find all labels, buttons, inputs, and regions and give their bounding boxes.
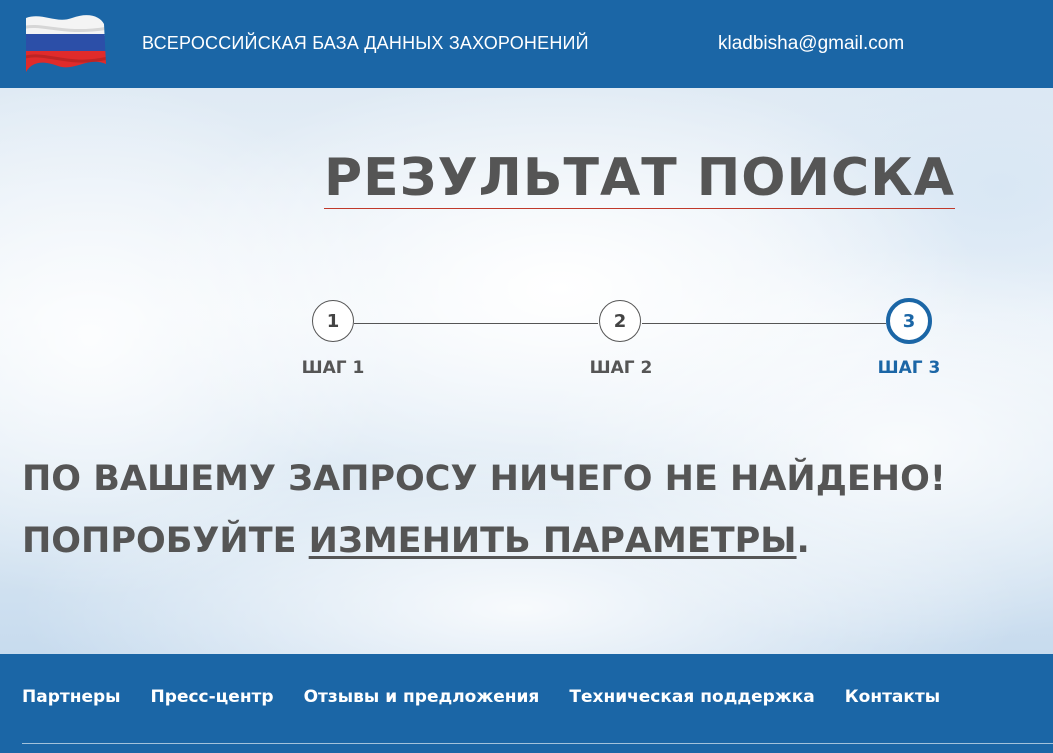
footer-link-partners[interactable]: Партнеры [22, 687, 121, 707]
step-3-label: ШАГ 3 [877, 358, 941, 378]
site-header: ВСЕРОССИЙСКАЯ БАЗА ДАННЫХ ЗАХОРОНЕНИЙ kl… [0, 0, 1053, 88]
main-content: РЕЗУЛЬТАТ ПОИСКА 1 2 3 ШАГ 1 ШАГ 2 ШАГ 3… [0, 88, 1053, 654]
step-2-circle: 2 [599, 300, 641, 342]
site-title[interactable]: ВСЕРОССИЙСКАЯ БАЗА ДАННЫХ ЗАХОРОНЕНИЙ [142, 33, 589, 54]
footer-link-contacts[interactable]: Контакты [845, 687, 940, 707]
step-2-label: ШАГ 2 [589, 358, 653, 378]
footer-link-feedback[interactable]: Отзывы и предложения [304, 687, 540, 707]
change-parameters-link[interactable]: ИЗМЕНИТЬ ПАРАМЕТРЫ [309, 521, 797, 561]
message-period: . [796, 521, 810, 561]
email-link[interactable]: kladbisha@gmail.com [718, 33, 904, 55]
footer-link-support[interactable]: Техническая поддержка [569, 687, 814, 707]
step-1-circle: 1 [312, 300, 354, 342]
step-connector [642, 323, 886, 324]
no-results-line: ПО ВАШЕМУ ЗАПРОСУ НИЧЕГО НЕ НАЙДЕНО! [22, 459, 946, 499]
russian-flag-icon[interactable] [22, 14, 108, 74]
footer-divider [22, 743, 1053, 744]
step-1-label: ШАГ 1 [301, 358, 365, 378]
try-prefix: ПОПРОБУЙТЕ [22, 521, 309, 561]
footer-nav: Партнеры Пресс-центр Отзывы и предложени… [22, 687, 940, 707]
no-results-message: ПО ВАШЕМУ ЗАПРОСУ НИЧЕГО НЕ НАЙДЕНО! ПОП… [22, 448, 946, 572]
step-3-circle: 3 [886, 298, 932, 344]
footer-link-press-center[interactable]: Пресс-центр [151, 687, 274, 707]
site-footer: Партнеры Пресс-центр Отзывы и предложени… [0, 654, 1053, 753]
step-connector [354, 323, 598, 324]
